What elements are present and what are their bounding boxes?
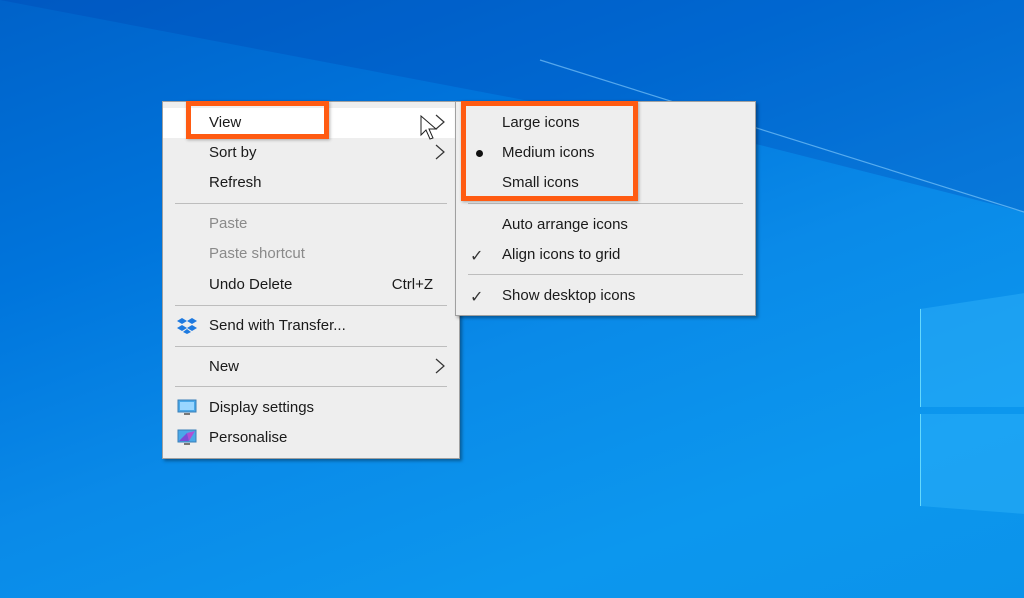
submenu-item-align-to-grid[interactable]: ✓ Align icons to grid	[456, 240, 755, 270]
menu-item-label: Refresh	[209, 174, 262, 191]
menu-item-new[interactable]: New	[163, 352, 459, 382]
menu-item-paste[interactable]: Paste	[163, 209, 459, 239]
menu-item-sort-by[interactable]: Sort by	[163, 138, 459, 168]
menu-item-display-settings[interactable]: Display settings	[163, 393, 459, 423]
menu-separator	[175, 346, 447, 347]
chevron-right-icon	[435, 144, 445, 160]
menu-item-label: Paste	[209, 215, 248, 232]
menu-separator	[468, 203, 743, 204]
menu-separator	[175, 305, 447, 306]
menu-separator	[175, 203, 447, 204]
menu-item-label: Auto arrange icons	[502, 216, 628, 233]
menu-item-refresh[interactable]: Refresh	[163, 168, 459, 198]
annotation-highlight-icon-sizes	[461, 101, 638, 201]
windows-logo-pane-top	[920, 293, 1024, 407]
chevron-right-icon	[435, 358, 445, 374]
annotation-highlight-view	[186, 101, 329, 139]
menu-item-label: Align icons to grid	[502, 246, 621, 263]
submenu-item-show-desktop-icons[interactable]: ✓ Show desktop icons	[456, 281, 755, 311]
menu-item-label: Display settings	[209, 399, 315, 416]
menu-item-label: New	[209, 358, 240, 375]
checkmark-icon: ✓	[470, 289, 484, 306]
mouse-pointer-icon	[420, 115, 438, 140]
menu-item-label: Show desktop icons	[502, 287, 636, 304]
menu-item-shortcut: Ctrl+Z	[391, 276, 433, 293]
menu-item-label: Undo Delete	[209, 276, 293, 293]
menu-separator	[175, 386, 447, 387]
menu-item-paste-shortcut[interactable]: Paste shortcut	[163, 239, 459, 269]
menu-item-send-with-transfer[interactable]: Send with Transfer...	[163, 311, 459, 341]
menu-item-label: Paste shortcut	[209, 245, 305, 262]
desktop-context-menu: View Sort by Refresh Paste Paste shortcu…	[162, 101, 460, 459]
display-icon	[177, 399, 197, 415]
dropbox-icon	[177, 318, 197, 334]
submenu-item-auto-arrange[interactable]: Auto arrange icons	[456, 210, 755, 240]
menu-item-label: Sort by	[209, 144, 257, 161]
menu-item-personalise[interactable]: Personalise	[163, 423, 459, 453]
checkmark-icon: ✓	[470, 248, 484, 265]
menu-item-label: Send with Transfer...	[209, 317, 346, 334]
personalise-icon	[177, 429, 197, 445]
menu-item-label: Personalise	[209, 429, 288, 446]
menu-separator	[468, 274, 743, 275]
windows-logo-pane-bottom	[920, 414, 1024, 514]
menu-item-undo-delete[interactable]: Undo Delete Ctrl+Z	[163, 270, 459, 300]
